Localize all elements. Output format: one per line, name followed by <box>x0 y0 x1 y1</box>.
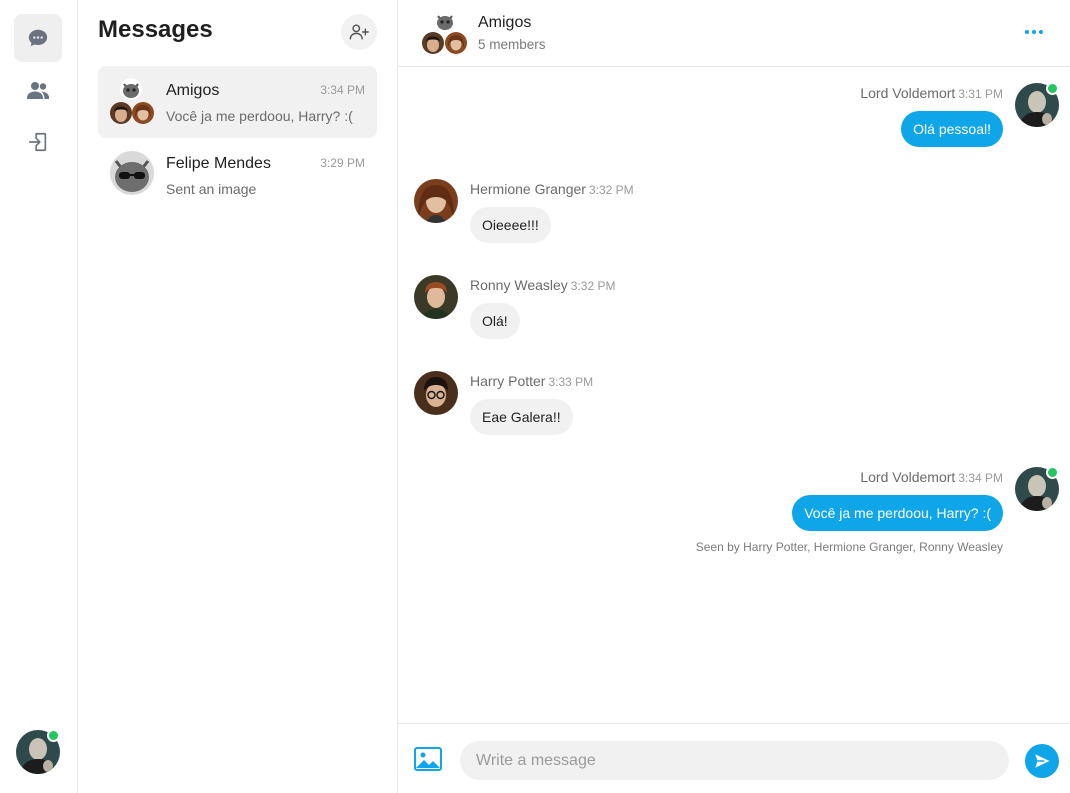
chat-bubble-icon <box>28 29 48 47</box>
attach-image-button[interactable] <box>414 747 442 776</box>
group-avatar-hermione <box>445 32 467 54</box>
add-user-icon <box>349 24 369 40</box>
conversation-item-felipe-mendes[interactable]: Felipe Mendes 3:29 PM Sent an image <box>98 139 377 211</box>
message-author: Lord Voldemort <box>860 469 956 485</box>
message-bubble: Olá! <box>470 303 520 339</box>
current-user-avatar[interactable] <box>16 729 60 774</box>
more-options-button[interactable] <box>1018 22 1050 42</box>
more-dots-icon <box>1032 30 1036 34</box>
ron-avatar <box>414 275 458 319</box>
hermione-avatar <box>414 179 458 223</box>
message-time: 3:32 PM <box>588 183 634 197</box>
group-avatar-cat <box>434 10 456 32</box>
conversation-item-amigos[interactable]: Amigos 3:34 PM Você ja me perdoou, Harry… <box>98 66 377 138</box>
group-avatar-harry <box>422 32 444 54</box>
message-input[interactable] <box>460 741 1009 780</box>
nav-rail <box>0 0 78 793</box>
conversation-name: Felipe Mendes <box>166 155 271 172</box>
message-author: Lord Voldemort <box>860 85 956 101</box>
online-indicator <box>47 729 60 742</box>
group-avatar-harry <box>110 102 132 124</box>
list-title: Messages <box>98 16 213 43</box>
conversation-list: Messages Amigos 3:34 PM Você ja me perdo… <box>78 0 398 793</box>
harry-avatar <box>414 371 458 415</box>
online-indicator <box>1046 466 1059 479</box>
users-icon <box>27 82 49 99</box>
messages-nav-button[interactable] <box>14 14 62 62</box>
group-avatar-hermione <box>132 102 154 124</box>
chat-member-count: 5 members <box>478 37 546 52</box>
conversation-time: 3:29 PM <box>320 156 365 170</box>
contacts-nav-button[interactable] <box>14 66 62 114</box>
message-bubble: Você ja me perdoou, Harry? :( <box>792 495 1003 531</box>
logout-nav-button[interactable] <box>14 118 62 166</box>
message-author: Ronny Weasley <box>470 277 568 293</box>
chat-panel: Amigos 5 members Lord Voldemort 3:31 PM O… <box>398 0 1070 793</box>
conversation-time: 3:34 PM <box>320 83 365 97</box>
message-meta: Lord Voldemort 3:31 PM <box>860 85 1003 101</box>
message-time: 3:33 PM <box>548 375 594 389</box>
message-meta: Lord Voldemort 3:34 PM <box>860 469 1003 485</box>
online-indicator <box>1046 82 1059 95</box>
message-time: 3:31 PM <box>958 87 1003 101</box>
group-avatar-cat <box>120 78 142 100</box>
message-author: Harry Potter <box>470 373 546 389</box>
send-icon <box>1035 754 1050 768</box>
seen-by-receipt: Seen by Harry Potter, Hermione Granger, … <box>695 540 1003 554</box>
conversation-preview: Você ja me perdoou, Harry? :( <box>166 108 353 124</box>
message-meta: Ronny Weasley 3:32 PM <box>470 277 616 293</box>
felipe-avatar <box>110 151 154 195</box>
message-bubble: Oieeee!!! <box>470 207 551 243</box>
message-meta: Harry Potter 3:33 PM <box>470 373 593 389</box>
new-conversation-button[interactable] <box>341 14 377 50</box>
message-bubble: Olá pessoal! <box>901 111 1003 147</box>
more-dots-icon <box>1039 30 1043 34</box>
more-dots-icon <box>1025 30 1029 34</box>
image-icon <box>414 747 442 771</box>
message-bubble: Eae Galera!! <box>470 399 573 435</box>
message-author: Hermione Granger <box>470 181 586 197</box>
logout-icon <box>28 132 47 152</box>
send-button[interactable] <box>1025 744 1059 778</box>
conversation-name: Amigos <box>166 82 220 99</box>
message-time: 3:34 PM <box>958 471 1003 485</box>
chat-header: Amigos 5 members <box>398 0 1070 67</box>
message-time: 3:32 PM <box>570 279 616 293</box>
chat-title: Amigos <box>478 14 532 31</box>
message-meta: Hermione Granger 3:32 PM <box>470 181 634 197</box>
conversation-preview: Sent an image <box>166 181 257 197</box>
message-composer <box>398 723 1070 793</box>
